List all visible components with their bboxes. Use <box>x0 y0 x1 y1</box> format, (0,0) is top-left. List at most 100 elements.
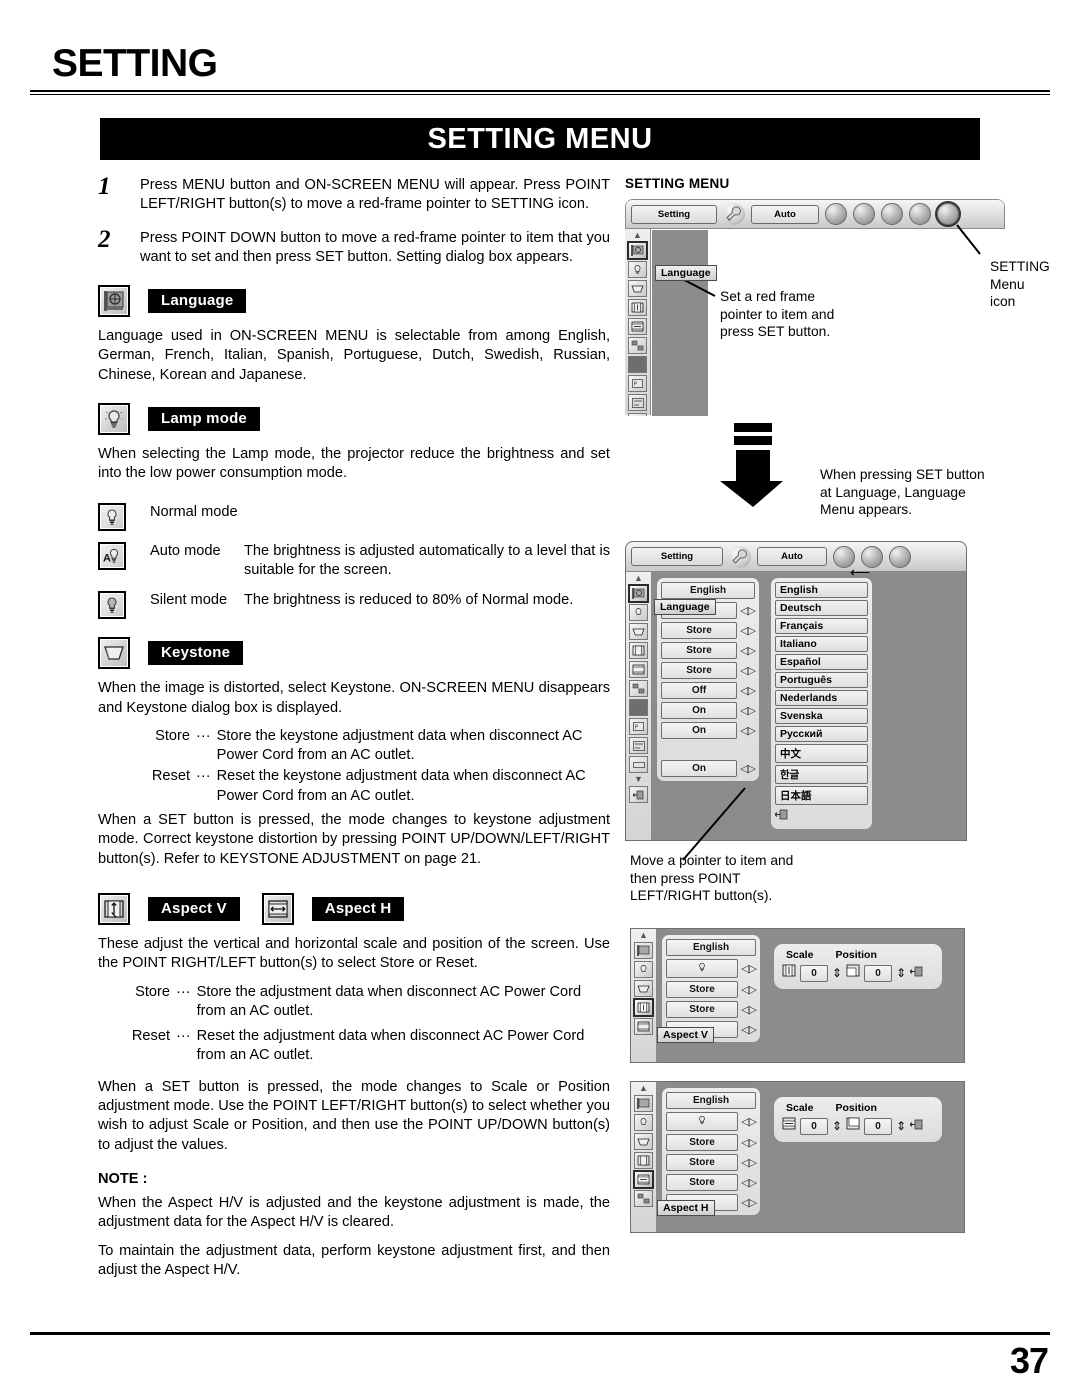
rail-item-display[interactable] <box>629 699 648 716</box>
left-right-arrows-icon[interactable]: ◁▷ <box>741 1003 757 1016</box>
rail-item-ceiling[interactable] <box>628 394 647 411</box>
language-option-espanol[interactable]: Español <box>775 654 868 670</box>
left-right-arrows-icon[interactable]: ◁▷ <box>740 624 756 637</box>
rail-item-keystone[interactable] <box>628 280 647 297</box>
left-right-arrows-icon[interactable]: ◁▷ <box>740 724 756 737</box>
osd-value-on-1[interactable]: On <box>661 702 738 719</box>
osd-value-on-2[interactable]: On <box>661 722 738 739</box>
rail-item-lamp[interactable] <box>634 961 653 978</box>
osd-value-on-3[interactable]: On <box>661 760 738 777</box>
rail-scroll-down-icon[interactable]: ▼ <box>634 775 643 784</box>
left-right-arrows-icon[interactable]: ◁▷ <box>741 1196 757 1209</box>
language-option-chinese[interactable]: 中文 <box>775 744 868 763</box>
left-right-arrows-icon[interactable]: ◁▷ <box>740 684 756 697</box>
rail-item-language[interactable] <box>634 1095 653 1112</box>
pc-adjust-icon[interactable] <box>909 203 931 225</box>
language-option-portugues[interactable]: Português <box>775 672 868 688</box>
left-right-arrows-icon[interactable]: ◁▷ <box>741 1176 757 1189</box>
osd-value-store-2[interactable]: Store <box>661 642 738 659</box>
position-value[interactable]: 0 <box>864 1117 893 1135</box>
language-option-francais[interactable]: Français <box>775 618 868 634</box>
panel-quit-icon[interactable] <box>909 964 923 982</box>
osd-setting-button[interactable]: Setting <box>631 204 717 224</box>
rail-item-blue-back[interactable] <box>634 1190 653 1207</box>
rail-item-language[interactable] <box>628 584 649 603</box>
osd-value-store-1[interactable]: Store <box>666 981 739 998</box>
osd-language-setting-button[interactable]: Setting <box>631 547 723 566</box>
language-option-english[interactable]: English <box>775 582 868 598</box>
rail-item-aspect-h[interactable] <box>628 318 647 335</box>
left-right-arrows-icon[interactable]: ◁▷ <box>740 704 756 717</box>
osd-value-english[interactable]: English <box>661 582 755 599</box>
osd-value-english[interactable]: English <box>666 1092 756 1109</box>
left-right-arrows-icon[interactable]: ◁▷ <box>741 962 757 975</box>
up-down-arrows-icon[interactable]: ⇕ <box>832 1119 842 1133</box>
rail-item-rear[interactable] <box>628 413 647 416</box>
rail-item-keystone[interactable] <box>634 1133 653 1150</box>
rail-item-lamp[interactable] <box>634 1114 653 1131</box>
left-right-arrows-icon[interactable]: ◁▷ <box>741 983 757 996</box>
rail-item-aspect-h[interactable] <box>633 1170 654 1189</box>
up-down-arrows-icon[interactable]: ⇕ <box>832 966 842 980</box>
rail-item-logo[interactable]: P <box>628 375 647 392</box>
rail-item-blue-back[interactable] <box>628 337 647 354</box>
rail-item-rear[interactable] <box>629 756 648 773</box>
sound-icon[interactable] <box>853 203 875 225</box>
osd-auto-button[interactable]: Auto <box>751 204 819 224</box>
left-right-arrows-icon[interactable]: ◁▷ <box>741 1023 757 1036</box>
rail-item-aspect-v[interactable] <box>633 998 654 1017</box>
language-option-nederlands[interactable]: Nederlands <box>775 690 868 706</box>
rail-item-display[interactable] <box>628 356 647 373</box>
osd-value-store-1[interactable]: Store <box>666 1134 739 1151</box>
language-option-italiano[interactable]: Italiano <box>775 636 868 652</box>
screen-icon[interactable] <box>889 545 911 568</box>
language-option-deutsch[interactable]: Deutsch <box>775 600 868 616</box>
rail-item-keystone[interactable] <box>634 980 653 997</box>
left-right-arrows-icon[interactable]: ◁▷ <box>740 644 756 657</box>
input-icon[interactable] <box>825 203 847 225</box>
rail-item-aspect-v[interactable] <box>629 642 648 659</box>
rail-scroll-up-icon[interactable]: ▲ <box>634 574 643 583</box>
rail-item-aspect-h[interactable] <box>629 661 648 678</box>
osd-value-english[interactable]: English <box>666 939 756 956</box>
setting-globe-icon[interactable] <box>935 201 961 227</box>
panel-quit-icon[interactable] <box>909 1117 923 1135</box>
language-option-russian[interactable]: Русский <box>775 726 868 742</box>
rail-item-aspect-v[interactable] <box>628 299 647 316</box>
osd-value-store-2[interactable]: Store <box>666 1001 739 1018</box>
osd-value-store-1[interactable]: Store <box>661 622 738 639</box>
left-right-arrows-icon[interactable]: ◁▷ <box>741 1115 757 1128</box>
rail-scroll-up-icon[interactable]: ▲ <box>639 1084 648 1093</box>
osd-language-auto-button[interactable]: Auto <box>757 547 827 566</box>
rail-item-ceiling[interactable] <box>629 737 648 754</box>
scale-value[interactable]: 0 <box>800 964 828 982</box>
osd-value-store-3[interactable]: Store <box>666 1174 739 1191</box>
screen-icon[interactable] <box>881 203 903 225</box>
rail-item-aspect-v[interactable] <box>634 1152 653 1169</box>
rail-item-keystone[interactable] <box>629 623 648 640</box>
left-right-arrows-icon[interactable]: ◁▷ <box>740 604 756 617</box>
left-right-arrows-icon[interactable]: ◁▷ <box>740 664 756 677</box>
rail-item-blue-back[interactable] <box>629 680 648 697</box>
rail-item-language[interactable] <box>634 942 653 959</box>
language-picker-quit-icon[interactable] <box>774 807 868 825</box>
left-right-arrows-icon[interactable]: ◁▷ <box>741 1136 757 1149</box>
rail-item-lamp[interactable] <box>628 261 647 278</box>
scale-value[interactable]: 0 <box>800 1117 828 1135</box>
osd-value-lamp-bulb[interactable] <box>666 1112 739 1131</box>
up-down-arrows-icon[interactable]: ⇕ <box>896 1119 906 1133</box>
language-option-korean[interactable]: 한글 <box>775 765 868 784</box>
rail-item-quit[interactable] <box>629 786 648 803</box>
up-down-arrows-icon[interactable]: ⇕ <box>896 966 906 980</box>
osd-value-store-2[interactable]: Store <box>666 1154 739 1171</box>
language-option-japanese[interactable]: 日本語 <box>775 786 868 805</box>
osd-value-off[interactable]: Off <box>661 682 738 699</box>
left-right-arrows-icon[interactable]: ◁▷ <box>740 762 756 775</box>
rail-item-logo[interactable]: P <box>629 718 648 735</box>
rail-item-lamp[interactable] <box>629 604 648 621</box>
rail-item-aspect-h[interactable] <box>634 1018 653 1035</box>
rail-scroll-up-icon[interactable]: ▲ <box>639 931 648 940</box>
rail-item-language[interactable] <box>627 241 648 260</box>
osd-value-lamp-bulb[interactable] <box>666 959 739 978</box>
osd-value-store-3[interactable]: Store <box>661 662 738 679</box>
